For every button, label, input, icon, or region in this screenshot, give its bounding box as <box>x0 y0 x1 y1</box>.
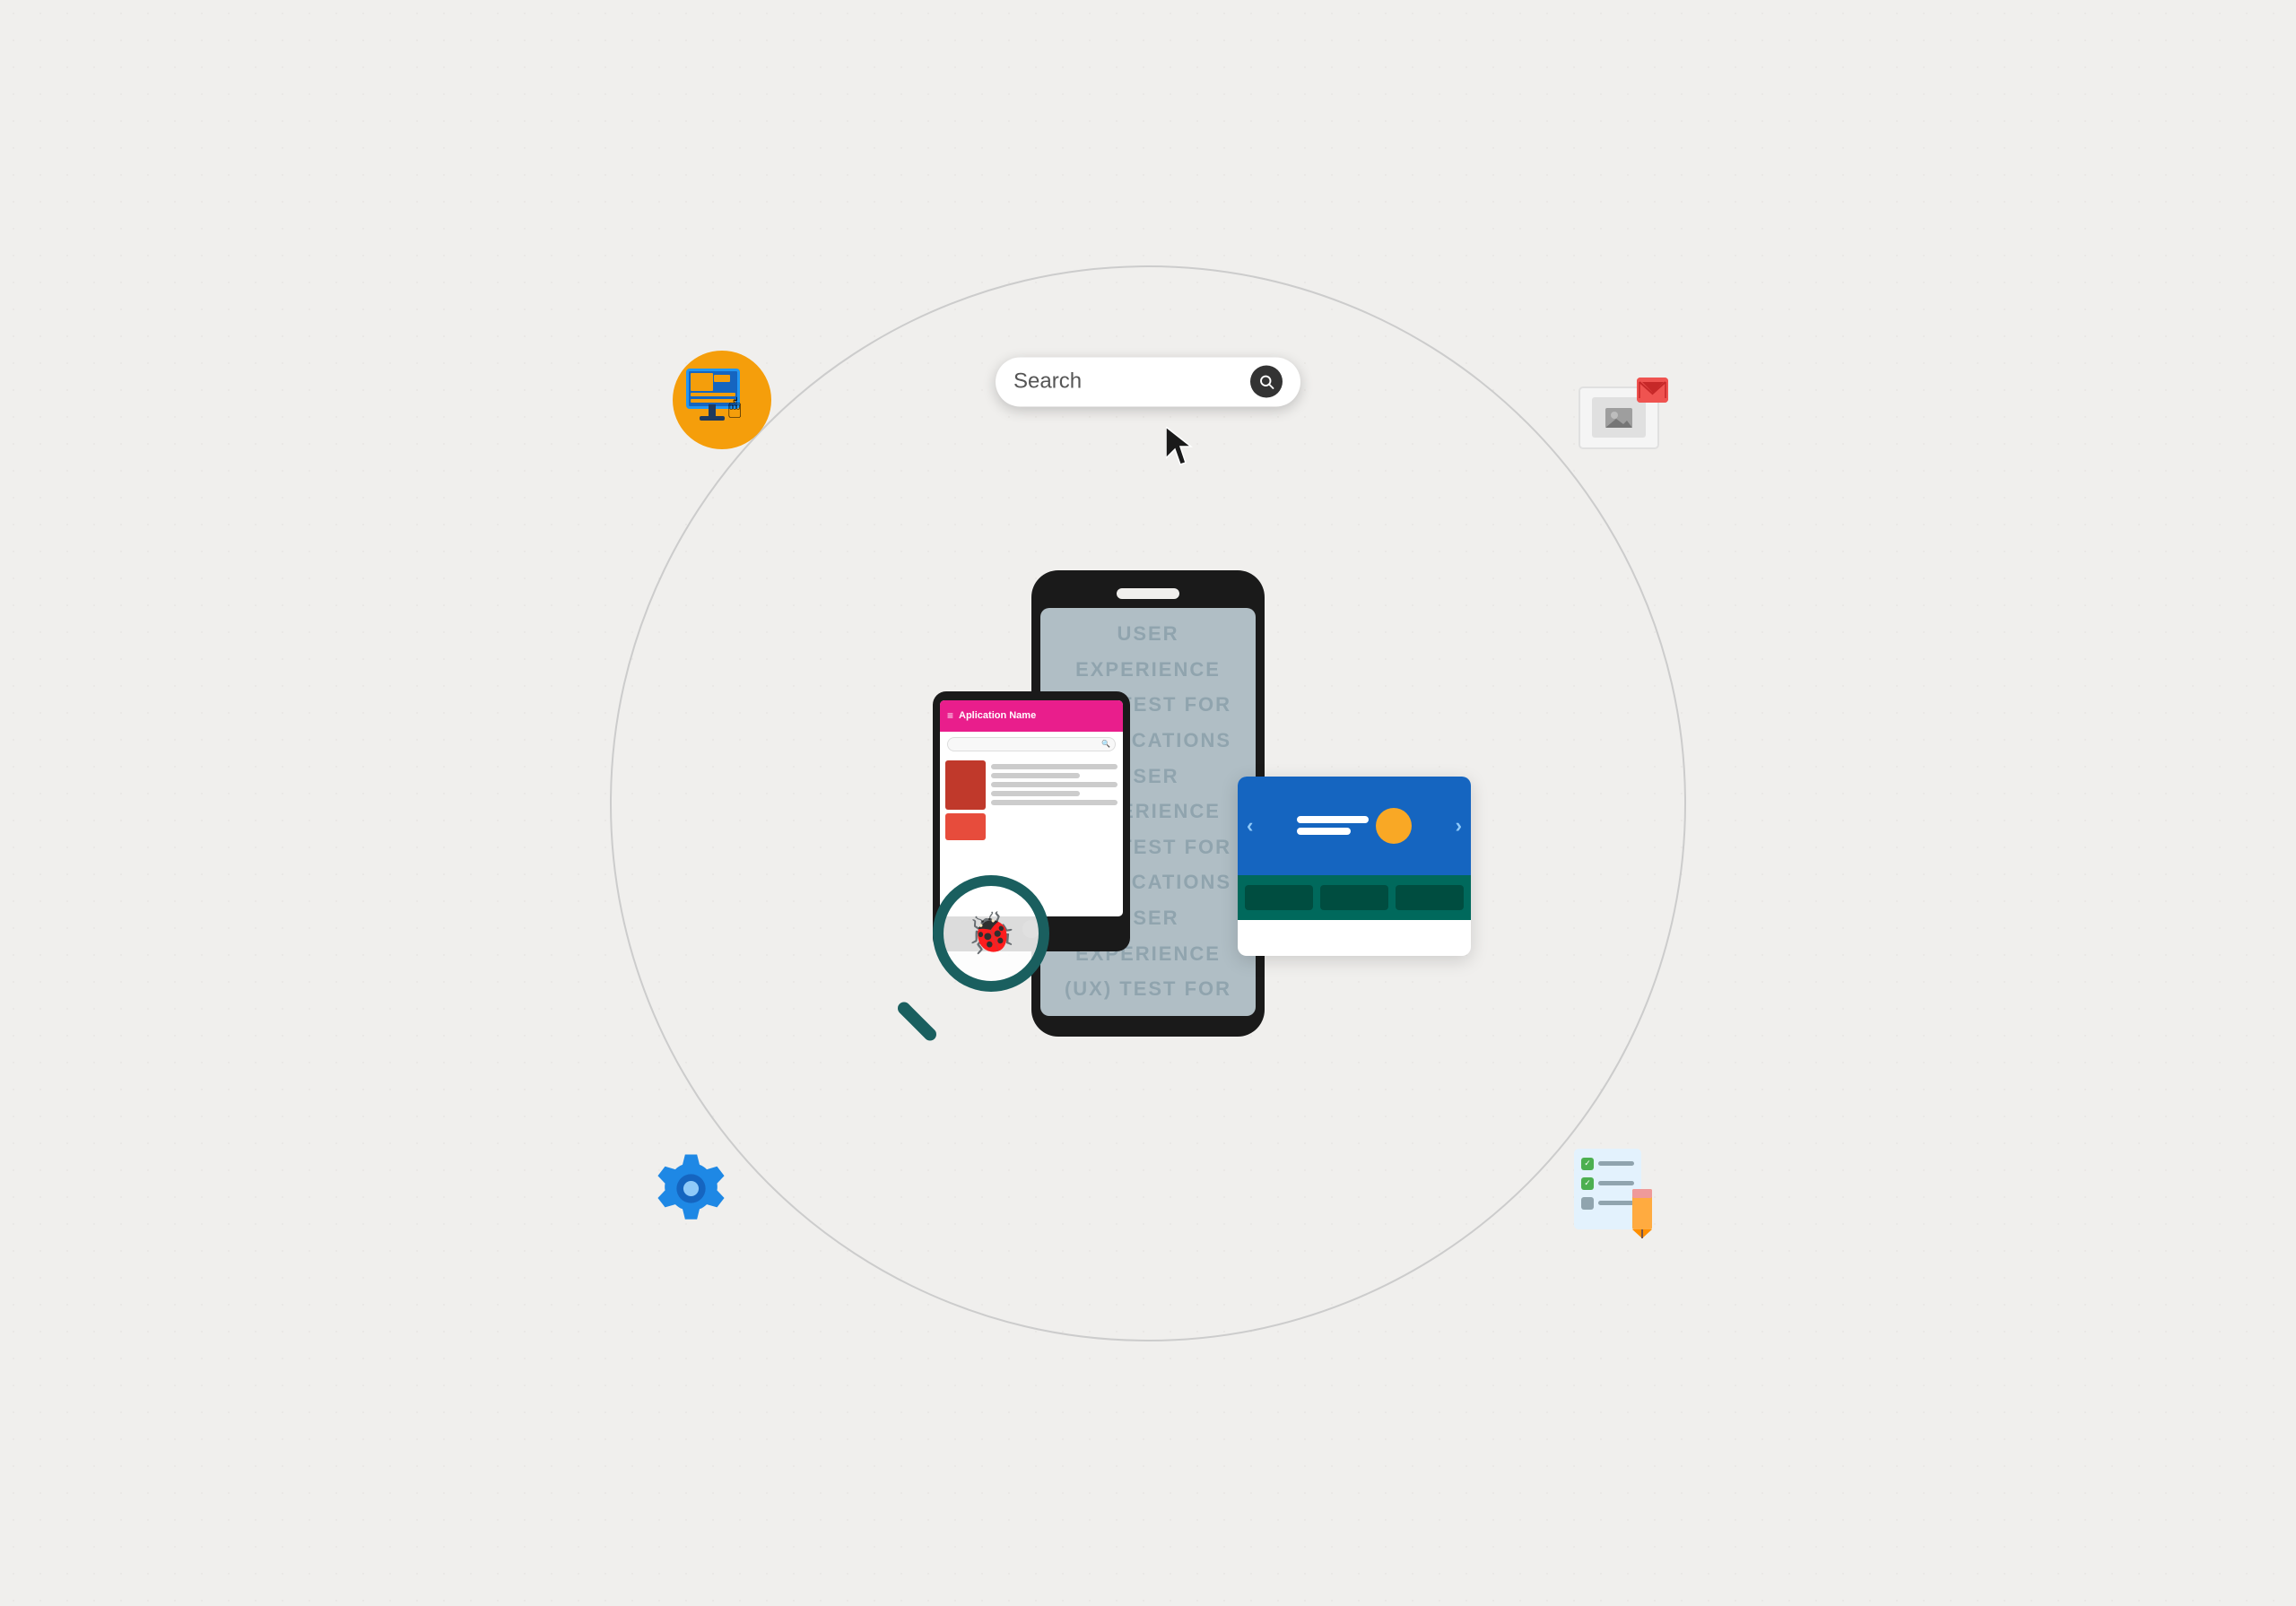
tablet-text-line-2 <box>991 773 1080 778</box>
check-box-1: ✓ <box>1581 1158 1594 1170</box>
widget-lines <box>1297 816 1369 835</box>
mail-badge <box>1637 378 1668 403</box>
monitor-block-2 <box>714 375 730 382</box>
monitor-block-1 <box>691 373 713 391</box>
corner-icon-gear <box>646 1144 735 1234</box>
widget-button-2[interactable] <box>1320 885 1388 910</box>
monitor-base <box>700 416 725 421</box>
image-frame-inner <box>1592 397 1646 438</box>
widget-right-arrow[interactable]: › <box>1456 814 1462 838</box>
widget-line-1 <box>1297 816 1369 823</box>
image-mail-illustration <box>1578 378 1668 458</box>
widget-top: ‹ › <box>1238 777 1471 875</box>
magnifier-glass: 🐞 <box>933 875 1049 992</box>
magnifier: 🐞 <box>888 875 1049 1037</box>
tablet-text-line-5 <box>991 800 1118 805</box>
search-bar[interactable]: Search <box>996 357 1300 406</box>
tablet-header: ≡ Aplication Name <box>940 700 1123 732</box>
check-line-1 <box>1598 1161 1634 1166</box>
scene-container: USEREXPERIENCE(UX) TEST FORAPPLICATIONSU… <box>520 176 1776 1431</box>
tablet-image-block-1 <box>945 760 986 810</box>
widget-bottom <box>1238 875 1471 920</box>
monitor-cursor-icon: 🖱 <box>728 395 741 421</box>
tablet-search-icon: 🔍 <box>1101 740 1110 748</box>
monitor-illustration: 🖱 <box>673 351 762 449</box>
widget-left-arrow[interactable]: ‹ <box>1247 814 1253 838</box>
gear-icon <box>648 1146 734 1231</box>
widget-card: ‹ › <box>1238 777 1471 956</box>
tablet-text-line-4 <box>991 791 1080 796</box>
check-row-1: ✓ <box>1581 1158 1634 1170</box>
tablet-image-block-2 <box>945 813 986 840</box>
corner-icon-checklist: ✓ ✓ <box>1570 1144 1659 1234</box>
widget-button-1[interactable] <box>1245 885 1313 910</box>
phone-notch <box>1117 588 1179 599</box>
widget-content <box>1253 808 1455 844</box>
corner-icon-monitor: 🖱 <box>673 355 762 445</box>
widget-line-2 <box>1297 828 1351 835</box>
widget-sun-icon <box>1376 808 1412 844</box>
tablet-text-line-1 <box>991 764 1118 769</box>
check-box-2: ✓ <box>1581 1177 1594 1190</box>
widget-button-3[interactable] <box>1396 885 1464 910</box>
bug-icon: 🐞 <box>966 909 1016 957</box>
pencil-icon <box>1623 1185 1664 1238</box>
tablet-title: Aplication Name <box>959 710 1036 721</box>
check-box-3 <box>1581 1197 1594 1210</box>
search-icon <box>1250 366 1283 398</box>
tablet-search-bar[interactable]: 🔍 <box>947 737 1116 751</box>
checklist-illustration: ✓ ✓ <box>1570 1144 1659 1234</box>
search-bar-text: Search <box>1013 369 1250 395</box>
tablet-text-line-3 <box>991 782 1118 787</box>
corner-icon-image-mail <box>1578 373 1668 463</box>
mouse-cursor <box>1166 427 1202 476</box>
tablet-menu-icon: ≡ <box>947 709 953 722</box>
